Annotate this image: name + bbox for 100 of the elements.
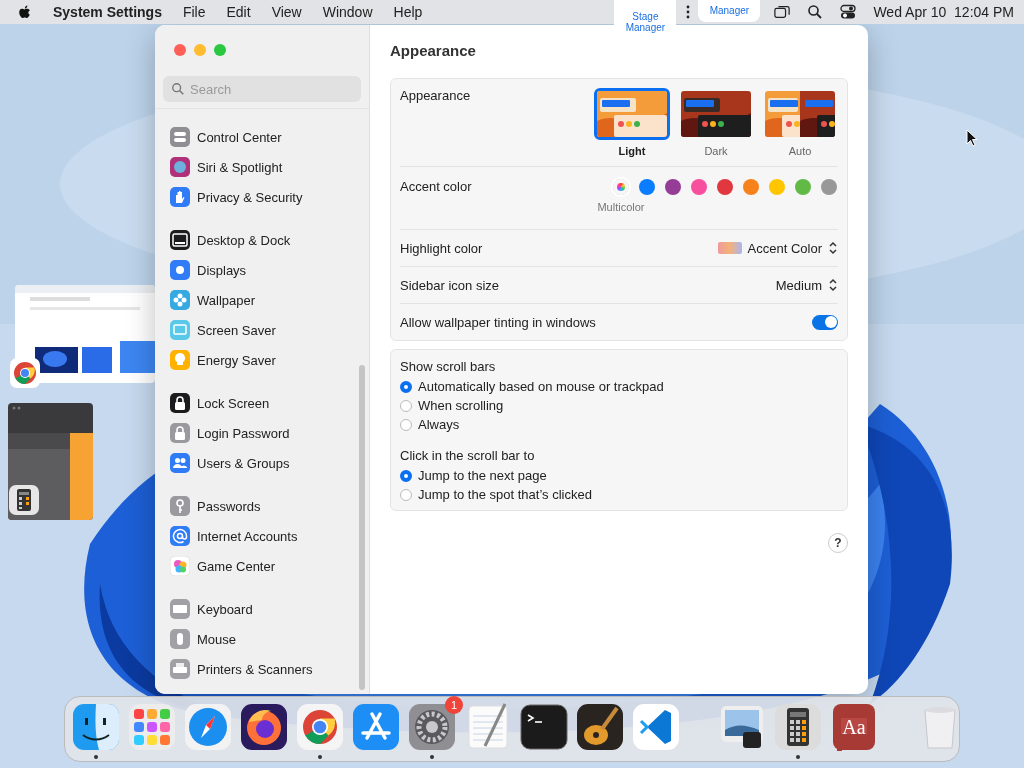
- theme-thumbnail[interactable]: [594, 88, 670, 140]
- sidebar-item[interactable]: Users & Groups: [170, 448, 369, 478]
- screen-icon: [170, 320, 190, 340]
- key-icon: [170, 496, 190, 516]
- icon-size-popup[interactable]: Medium: [775, 277, 838, 293]
- stage-manager-button[interactable]: Manager: [698, 0, 761, 22]
- accent-color-swatch[interactable]: [795, 179, 811, 195]
- lock-icon: [170, 393, 190, 413]
- sidebar-item[interactable]: Mouse: [170, 624, 369, 654]
- orb-icon: [170, 157, 190, 177]
- sidebar-item[interactable]: Login Password: [170, 418, 369, 448]
- accent-color-swatch[interactable]: [613, 179, 629, 195]
- setting-label: Sidebar icon size: [400, 277, 499, 293]
- menu-clock[interactable]: Wed Apr 10 12:04 PM: [873, 4, 1014, 20]
- sidebar-item[interactable]: Desktop & Dock: [170, 225, 369, 255]
- apple-logo-icon[interactable]: [18, 3, 33, 21]
- radio-option[interactable]: Automatically based on mouse or trackpad: [400, 377, 838, 396]
- menu-item[interactable]: File: [182, 4, 206, 20]
- accent-color-swatch[interactable]: [769, 179, 785, 195]
- stepper-icon: [828, 241, 838, 255]
- menu-item[interactable]: Window: [322, 4, 373, 20]
- cursor-icon: [966, 129, 978, 147]
- chrome-icon[interactable]: [9, 357, 41, 389]
- theme-label: Auto: [788, 145, 812, 157]
- accent-color-swatch[interactable]: [821, 179, 837, 195]
- sidebar-item[interactable]: Siri & Spotlight: [170, 152, 369, 182]
- app-menu[interactable]: System Settings: [53, 4, 162, 20]
- group-label: Show scroll bars: [400, 359, 497, 374]
- setting-label: Highlight color: [400, 240, 483, 256]
- sidebar-item[interactable]: Keyboard: [170, 594, 369, 624]
- at-sign-icon: [170, 526, 190, 546]
- grid-icon[interactable]: [127, 702, 177, 752]
- hand-icon: [170, 187, 190, 207]
- search-field[interactable]: Search: [163, 76, 361, 102]
- app-store-icon[interactable]: [351, 702, 401, 752]
- running-indicator: [94, 755, 98, 759]
- sidebar-item[interactable]: Control Center: [170, 122, 369, 152]
- windows-icon[interactable]: [774, 4, 791, 20]
- printer-icon: [170, 659, 190, 679]
- setting-label: Allow wallpaper tinting in windows: [400, 314, 596, 330]
- radio-option[interactable]: When scrolling: [400, 396, 838, 415]
- accent-color-swatch[interactable]: [691, 179, 707, 195]
- code-editor-icon[interactable]: [631, 702, 681, 752]
- close-button[interactable]: [174, 44, 186, 56]
- accent-color-swatch[interactable]: [743, 179, 759, 195]
- calculator-icon[interactable]: [773, 702, 823, 752]
- menu-item[interactable]: View: [271, 4, 302, 20]
- dock-icon: [170, 230, 190, 250]
- help-button[interactable]: ?: [828, 533, 848, 553]
- swatch-label: Multicolor: [597, 201, 645, 213]
- accent-color-swatch[interactable]: [665, 179, 681, 195]
- group-label: Click in the scroll bar to: [400, 448, 536, 463]
- keyboard-icon: [170, 599, 190, 619]
- calculator-icon[interactable]: [8, 484, 40, 516]
- sidebar-item[interactable]: Privacy & Security: [170, 182, 369, 212]
- sidebar-item[interactable]: Game Center: [170, 551, 369, 581]
- highlight-color-popup[interactable]: Accent Color: [717, 240, 838, 256]
- sidebar-item[interactable]: Energy Saver: [170, 345, 369, 375]
- theme-label: Dark: [704, 145, 728, 157]
- sidebar-item[interactable]: Screen Saver: [170, 315, 369, 345]
- flower-icon: [170, 290, 190, 310]
- search-icon[interactable]: [807, 4, 824, 20]
- face-icon[interactable]: [71, 702, 121, 752]
- fox-icon[interactable]: [239, 702, 289, 752]
- sidebar-item[interactable]: Lock Screen: [170, 388, 369, 418]
- theme-thumbnail[interactable]: [678, 88, 754, 140]
- search-icon: [171, 82, 185, 96]
- menu-item[interactable]: Help: [393, 4, 423, 20]
- bulb-icon: [170, 350, 190, 370]
- lock-icon: [170, 423, 190, 443]
- sidebar-item[interactable]: Internet Accounts: [170, 521, 369, 551]
- more-icon[interactable]: [686, 5, 691, 19]
- theme-thumbnail[interactable]: [762, 88, 838, 140]
- radio-option[interactable]: Jump to the next page: [400, 466, 838, 485]
- people-icon: [170, 453, 190, 473]
- radio-option[interactable]: Jump to the spot that’s clicked: [400, 485, 838, 504]
- terminal-icon[interactable]: [519, 702, 569, 752]
- compass-icon[interactable]: [183, 702, 233, 752]
- radio-option[interactable]: Always: [400, 415, 838, 434]
- menu-item[interactable]: Edit: [226, 4, 251, 20]
- toggle-switch[interactable]: [812, 314, 838, 330]
- setting-label: Appearance: [400, 88, 471, 105]
- sidebar-item[interactable]: Displays: [170, 255, 369, 285]
- sidebar-item[interactable]: Printers & Scanners: [170, 654, 369, 684]
- sidebar-item[interactable]: Wallpaper: [170, 285, 369, 315]
- stepper-icon: [828, 278, 838, 292]
- scroll-bar[interactable]: [359, 365, 365, 690]
- toggles-icon[interactable]: [840, 4, 857, 20]
- running-indicator: [430, 755, 434, 759]
- accent-color-swatch[interactable]: [639, 179, 655, 195]
- guitar-icon[interactable]: [575, 702, 625, 752]
- bubbles-icon: [170, 556, 190, 576]
- gradient-swatch: [717, 242, 742, 254]
- running-indicator: [796, 755, 800, 759]
- gear-icon[interactable]: [407, 702, 457, 752]
- sidebar-item[interactable]: Passwords: [170, 491, 369, 521]
- setting-label: Accent color: [400, 179, 472, 196]
- accent-color-swatch[interactable]: [717, 179, 733, 195]
- window-thumbnail[interactable]: [8, 403, 93, 520]
- window-thumbnail[interactable]: [15, 285, 155, 383]
